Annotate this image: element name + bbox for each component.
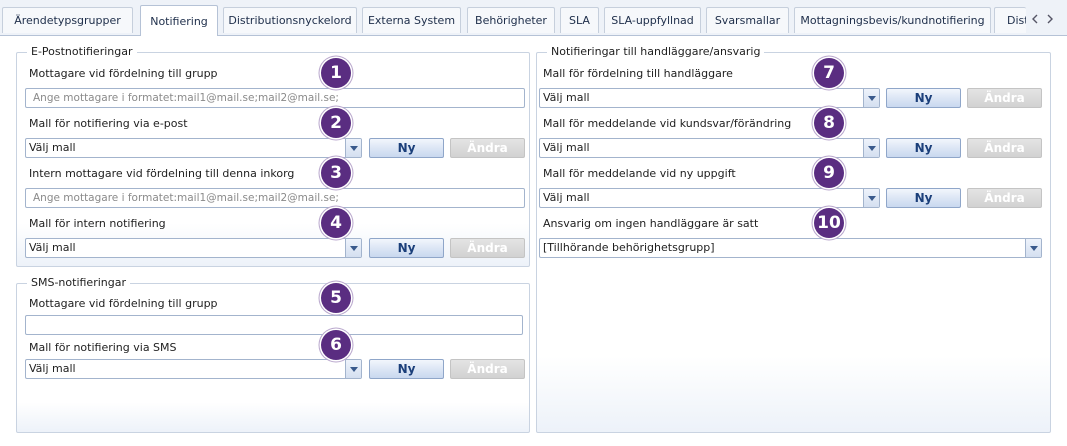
tab-externa-system[interactable]: Externa System (362, 7, 461, 33)
internal-template-label: Mall för intern notifiering (29, 217, 166, 230)
callout-badge-7: 7 (814, 58, 844, 88)
callout-badge-9: 9 (814, 158, 844, 188)
sms-template-label: Mall för notifiering via SMS (29, 341, 177, 354)
handler-assign-edit-button[interactable]: Ändra (967, 88, 1042, 108)
tab-strip: Ärendetypsgrupper Notifiering Distributi… (0, 0, 1067, 36)
handler-reply-select[interactable]: Välj mall (539, 138, 880, 158)
chevron-down-icon[interactable] (345, 239, 361, 257)
callout-badge-3: 3 (321, 158, 351, 188)
handler-assign-select[interactable]: Välj mall (539, 88, 880, 108)
sms-template-new-button[interactable]: Ny (369, 359, 444, 379)
tab-sla-uppfyllnad[interactable]: SLA-uppfyllnad (604, 7, 701, 33)
chevron-down-icon[interactable] (863, 89, 879, 107)
chevron-down-icon[interactable] (863, 139, 879, 157)
callout-badge-2: 2 (321, 108, 351, 138)
internal-template-edit-button[interactable]: Ändra (450, 238, 525, 258)
tab-mottagningsbevis[interactable]: Mottagningsbevis/kundnotifiering (794, 7, 991, 33)
callout-badge-8: 8 (814, 108, 844, 138)
sms-template-value: Välj mall (29, 362, 76, 375)
handler-task-label: Mall för meddelande vid ny uppgift (543, 167, 736, 180)
internal-recipients-label: Intern mottagare vid fördelning till den… (29, 167, 295, 180)
sms-recipients-label: Mottagare vid fördelning till grupp (29, 297, 218, 310)
email-notification-group: E-Postnotifieringar (16, 45, 530, 267)
email-template-new-button[interactable]: Ny (369, 138, 444, 158)
handler-reply-value: Välj mall (543, 141, 590, 154)
callout-badge-1: 1 (321, 58, 351, 88)
sms-template-select[interactable]: Välj mall (25, 359, 362, 379)
chevron-down-icon[interactable] (345, 360, 361, 378)
email-recipients-label: Mottagare vid fördelning till grupp (29, 67, 218, 80)
callout-badge-6: 6 (321, 330, 351, 360)
handler-task-value: Välj mall (543, 191, 590, 204)
email-template-edit-button[interactable]: Ändra (450, 138, 525, 158)
handler-responsible-value: [Tillhörande behörighetsgrupp] (543, 241, 715, 254)
internal-template-select[interactable]: Välj mall (25, 238, 362, 258)
tab-notifiering[interactable]: Notifiering (140, 5, 218, 36)
handler-responsible-label: Ansvarig om ingen handläggare är satt (543, 217, 759, 230)
handler-reply-new-button[interactable]: Ny (886, 138, 961, 158)
internal-template-value: Välj mall (29, 241, 76, 254)
email-recipients-input[interactable]: Ange mottagare i formatet:mail1@mail.se;… (25, 88, 525, 108)
chevron-down-icon[interactable] (345, 139, 361, 157)
email-template-select[interactable]: Välj mall (25, 138, 362, 158)
callout-badge-10: 10 (814, 208, 844, 238)
internal-template-new-button[interactable]: Ny (369, 238, 444, 258)
handler-group-title: Notifieringar till handläggare/ansvarig (547, 45, 765, 59)
email-group-title: E-Postnotifieringar (27, 45, 137, 59)
handler-task-new-button[interactable]: Ny (886, 188, 961, 208)
callout-badge-5: 5 (321, 283, 351, 313)
handler-task-select[interactable]: Välj mall (539, 188, 880, 208)
handler-reply-label: Mall för meddelande vid kundsvar/förändr… (543, 117, 792, 130)
tab-dist-clipped[interactable]: Dist (994, 7, 1026, 33)
chevron-down-icon[interactable] (863, 189, 879, 207)
tab-behorigheter[interactable]: Behörigheter (467, 7, 555, 33)
callout-badge-4: 4 (321, 208, 351, 238)
internal-recipients-input[interactable]: Ange mottagare i formatet:mail1@mail.se;… (25, 188, 525, 208)
tab-arendetypsgrupper[interactable]: Ärendetypsgrupper (2, 7, 133, 33)
handler-reply-edit-button[interactable]: Ändra (967, 138, 1042, 158)
tab-scroll-left-icon[interactable] (1029, 12, 1041, 26)
tab-scroll-right-icon[interactable] (1044, 12, 1056, 26)
tab-distributionsnyckelord[interactable]: Distributionsnyckelord (223, 7, 357, 33)
handler-task-edit-button[interactable]: Ändra (967, 188, 1042, 208)
handler-responsible-select[interactable]: [Tillhörande behörighetsgrupp] (539, 238, 1042, 258)
sms-recipients-input[interactable] (25, 315, 523, 335)
tab-sla[interactable]: SLA (560, 7, 599, 33)
handler-assign-value: Välj mall (543, 91, 590, 104)
sms-group-title: SMS-notifieringar (27, 276, 130, 290)
chevron-down-icon[interactable] (1025, 239, 1041, 257)
handler-assign-new-button[interactable]: Ny (886, 88, 961, 108)
tab-svarsmallar[interactable]: Svarsmallar (706, 7, 789, 33)
sms-template-edit-button[interactable]: Ändra (450, 359, 525, 379)
email-template-value: Välj mall (29, 141, 76, 154)
email-template-label: Mall för notifiering via e-post (29, 117, 188, 130)
handler-assign-label: Mall för fördelning till handläggare (543, 67, 733, 80)
